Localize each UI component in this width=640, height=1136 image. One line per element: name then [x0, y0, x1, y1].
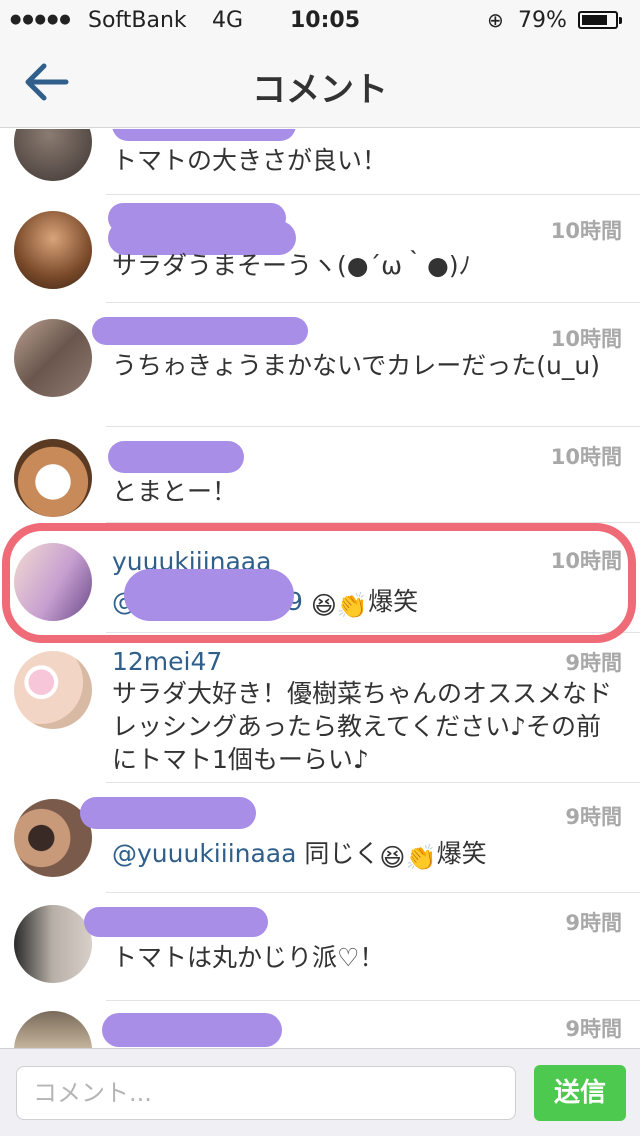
send-button[interactable]: 送信 — [534, 1065, 626, 1121]
comment-input[interactable] — [16, 1066, 516, 1120]
comment-time: 10時間 — [550, 445, 622, 469]
page-title: コメント — [252, 70, 388, 110]
redaction-mark — [80, 797, 256, 829]
comment-text: @yuuukiiinaaa 同じく😆👏爆笑 — [112, 837, 612, 874]
status-time: 10:05 — [290, 8, 361, 33]
navigation-bar: コメント — [0, 40, 640, 128]
comment-time: 10時間 — [550, 549, 622, 573]
compose-bar: 送信 — [0, 1048, 640, 1136]
avatar[interactable] — [14, 651, 92, 729]
comment-text-tail: 爆笑 — [436, 839, 487, 868]
signal-strength-icon: ●●●●● — [10, 12, 72, 27]
comment-row[interactable]: 10時間 サラダうまそーうヽ(●´ω｀●)ﾉ — [0, 195, 640, 303]
comment-row[interactable]: 9時間 @yuuukiiinaaa 同じく😆👏爆笑 — [0, 783, 640, 893]
comment-text: サラダうまそーうヽ(●´ω｀●)ﾉ — [112, 251, 472, 280]
comment-text: トマトは丸かじり派♡！ — [112, 943, 385, 972]
laughing-clap-emoji-icon: 😆👏 — [379, 843, 437, 872]
status-bar: ●●●●● SoftBank 4G 10:05 ⊕ 79% — [0, 0, 640, 40]
comment-text-middle: 同じく — [296, 839, 380, 868]
comment-time: 9時間 — [565, 1017, 622, 1041]
avatar[interactable] — [14, 543, 92, 621]
avatar[interactable] — [14, 905, 92, 983]
redaction-mark — [84, 907, 268, 937]
comment-row[interactable]: 10時間 うちゎきょうまかないでカレーだった(u_u) — [0, 303, 640, 427]
avatar[interactable] — [14, 211, 92, 289]
battery-icon — [578, 11, 622, 29]
comment-text: うちゎきょうまかないでカレーだった(u_u) — [112, 351, 600, 380]
comment-text: サラダ大好き！優樹菜ちゃんのオススメなドレッシングあったら教えてください♪その前… — [112, 679, 613, 774]
redaction-mark — [108, 441, 244, 473]
comment-text: トマトの大きさが良い！ — [112, 146, 388, 175]
redaction-mark — [102, 1013, 282, 1047]
avatar[interactable] — [14, 439, 92, 517]
redaction-mark — [92, 317, 308, 345]
comment-list[interactable]: トマトの大きさが良い！ 10時間 サラダうまそーうヽ(●´ω｀●)ﾉ 10時間 … — [0, 129, 640, 1048]
comment-username[interactable]: 12mei47 — [112, 647, 222, 676]
comment-row[interactable]: 12mei47 9時間 サラダ大好き！優樹菜ちゃんのオススメなドレッシングあった… — [0, 633, 640, 783]
comment-text-tail: 爆笑 — [368, 587, 419, 616]
comment-time: 10時間 — [550, 219, 622, 243]
carrier-name: SoftBank — [88, 8, 187, 33]
comment-row[interactable]: 10時間 とまとー！ — [0, 427, 640, 523]
comment-time: 9時間 — [565, 651, 622, 675]
comment-row[interactable]: yuuukiiinaaa 10時間 @9 😆👏爆笑 — [0, 523, 640, 633]
avatar[interactable] — [14, 319, 92, 397]
mention-link[interactable]: @yuuukiiinaaa — [112, 839, 296, 868]
comment-text: とまとー！ — [112, 477, 238, 506]
laughing-clap-emoji-icon: 😆👏 — [310, 591, 369, 620]
orientation-lock-icon: ⊕ — [487, 8, 504, 32]
network-type: 4G — [212, 8, 244, 33]
avatar[interactable] — [14, 129, 92, 181]
comment-time: 9時間 — [565, 805, 622, 829]
redaction-mark — [112, 129, 296, 141]
battery-percent: 79% — [518, 8, 567, 33]
redaction-mark — [124, 569, 294, 621]
comment-row[interactable]: トマトの大きさが良い！ — [0, 129, 640, 195]
comment-row[interactable]: 9時間 トマトは丸かじり派♡！ — [0, 893, 640, 1001]
comment-time: 9時間 — [565, 911, 622, 935]
comment-row[interactable]: 9時間 — [0, 1001, 640, 1048]
avatar[interactable] — [14, 1011, 92, 1048]
